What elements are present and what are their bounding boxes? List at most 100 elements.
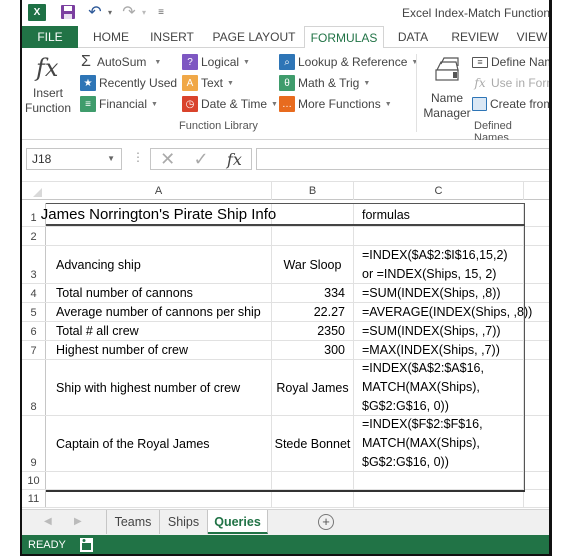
redo-dropdown-icon[interactable]: ▾: [140, 4, 148, 20]
cell-b2[interactable]: [272, 227, 354, 245]
cell-d9[interactable]: [524, 416, 549, 471]
cell-d7[interactable]: [524, 341, 549, 359]
sheet-tab-teams[interactable]: Teams: [106, 510, 160, 534]
cell-b4[interactable]: 334: [272, 284, 354, 302]
tab-file[interactable]: FILE: [22, 26, 78, 48]
create-from-selection-button[interactable]: Create from Selection: [472, 94, 549, 114]
name-manager-button[interactable]: Name Manager: [422, 56, 472, 121]
column-header-b[interactable]: B: [272, 182, 354, 200]
tab-data[interactable]: DATA: [388, 26, 438, 48]
cell-a5[interactable]: Average number of cannons per ship: [46, 303, 272, 321]
cell-c5[interactable]: =AVERAGE(INDEX(Ships, ,8)): [354, 303, 532, 321]
cell-b10[interactable]: [272, 472, 354, 489]
cell-d8[interactable]: [524, 360, 549, 415]
math-trig-button[interactable]: θ Math & Trig ▼: [279, 73, 370, 93]
cell-d10[interactable]: [524, 472, 549, 489]
cell-c11[interactable]: [354, 490, 524, 507]
tab-view[interactable]: VIEW: [510, 26, 549, 48]
excel-icon[interactable]: X: [28, 4, 46, 21]
define-name-button[interactable]: ≡ Define Name: [472, 52, 549, 72]
row-header[interactable]: 8: [22, 360, 46, 415]
sheet-tab-ships[interactable]: Ships: [160, 510, 208, 534]
cell-b6[interactable]: 2350: [272, 322, 354, 340]
tab-insert[interactable]: INSERT: [142, 26, 202, 48]
cell-a4[interactable]: Total number of cannons: [46, 284, 272, 302]
cell-b3[interactable]: War Sloop: [272, 246, 354, 283]
cell-d2[interactable]: [524, 227, 549, 245]
cell-a6[interactable]: Total # all crew: [46, 322, 272, 340]
cell-d3[interactable]: [524, 246, 549, 283]
row-header[interactable]: 5: [22, 303, 46, 321]
column-header-c[interactable]: C: [354, 182, 524, 200]
macro-recording-icon[interactable]: [80, 538, 93, 552]
cell-c4[interactable]: =SUM(INDEX(Ships, ,8)): [354, 284, 524, 302]
cell-b11[interactable]: [272, 490, 354, 507]
recently-used-button[interactable]: ★ Recently Used ▼: [80, 73, 188, 93]
row-header[interactable]: 6: [22, 322, 46, 340]
cell-a1[interactable]: James Norrington's Pirate Ship Info: [41, 203, 276, 226]
save-icon[interactable]: [60, 4, 76, 20]
sheet-tab-queries[interactable]: Queries: [208, 510, 268, 534]
more-functions-button[interactable]: … More Functions ▼: [279, 94, 392, 114]
row-header[interactable]: 10: [22, 472, 46, 489]
cell-d6[interactable]: [524, 322, 549, 340]
cell-a9[interactable]: Captain of the Royal James: [46, 416, 272, 471]
lookup-reference-button[interactable]: ⌕ Lookup & Reference ▼: [279, 52, 418, 72]
row-header[interactable]: 2: [22, 227, 46, 245]
cell-b7[interactable]: 300: [272, 341, 354, 359]
row-header[interactable]: 9: [22, 416, 46, 471]
cell-c1[interactable]: formulas: [354, 203, 524, 226]
column-header-d[interactable]: [524, 182, 549, 200]
cell-b5[interactable]: 22.27: [272, 303, 354, 321]
cell-c6[interactable]: =SUM(INDEX(Ships, ,7)): [354, 322, 524, 340]
tab-formulas[interactable]: FORMULAS: [304, 26, 384, 49]
cell-d4[interactable]: [524, 284, 549, 302]
cell-a3[interactable]: Advancing ship: [46, 246, 272, 283]
select-all-button[interactable]: [22, 182, 46, 200]
cell-d5[interactable]: [524, 303, 549, 321]
cell-c10[interactable]: [354, 472, 524, 489]
customize-qat-icon[interactable]: ≡: [156, 4, 166, 20]
tab-page-layout[interactable]: PAGE LAYOUT: [206, 26, 302, 48]
cell-d11[interactable]: [524, 490, 549, 507]
row-header[interactable]: 4: [22, 284, 46, 302]
cell-c3[interactable]: =INDEX($A$2:$I$16,15,2) or =INDEX(Ships, …: [354, 246, 524, 283]
redo-icon[interactable]: ↷: [120, 4, 138, 21]
worksheet-grid[interactable]: A B C 1 James Norrington's Pirate Ship In…: [22, 182, 549, 512]
cell-a2[interactable]: [46, 227, 272, 245]
insert-function-icon[interactable]: fx: [227, 150, 242, 169]
date-time-button[interactable]: ◷ Date & Time ▼: [182, 94, 278, 114]
cancel-icon[interactable]: ✕: [160, 149, 175, 170]
cell-b8[interactable]: Royal James: [272, 360, 354, 415]
cell-a7[interactable]: Highest number of crew: [46, 341, 272, 359]
cell-a8[interactable]: Ship with highest number of crew: [46, 360, 272, 415]
name-box[interactable]: J18 ▼: [26, 148, 122, 170]
row-header[interactable]: 7: [22, 341, 46, 359]
add-sheet-icon[interactable]: +: [318, 514, 334, 530]
undo-dropdown-icon[interactable]: ▾: [106, 4, 114, 20]
logical-button[interactable]: ? Logical ▼: [182, 52, 250, 72]
column-header-a[interactable]: A: [46, 182, 272, 200]
cell-c2[interactable]: [354, 227, 524, 245]
row-header[interactable]: 3: [22, 246, 46, 283]
row-header[interactable]: 11: [22, 490, 46, 507]
cell-c9[interactable]: =INDEX($F$2:$F$16, MATCH(MAX(Ships), $G$2:…: [354, 416, 524, 471]
tab-home[interactable]: HOME: [82, 26, 140, 48]
cell-b1[interactable]: [272, 203, 354, 226]
cell-d1[interactable]: [524, 203, 549, 226]
financial-button[interactable]: ≡ Financial ▼: [80, 94, 158, 114]
tab-review[interactable]: REVIEW: [446, 26, 504, 48]
formula-input[interactable]: [256, 148, 549, 170]
formula-bar-grip-icon[interactable]: ⋮: [132, 150, 144, 164]
use-in-formula-button[interactable]: fx Use in Formula: [472, 73, 549, 93]
cell-a11[interactable]: [46, 490, 272, 507]
enter-icon[interactable]: ✓: [194, 149, 209, 170]
scroll-left-icon[interactable]: ◀: [44, 516, 52, 527]
scroll-right-icon[interactable]: ▶: [74, 516, 82, 527]
cell-c7[interactable]: =MAX(INDEX(Ships, ,7)): [354, 341, 524, 359]
cell-c8[interactable]: =INDEX($A$2:$A$16, MATCH(MAX(Ships), $G$2:…: [354, 360, 524, 415]
chevron-down-icon[interactable]: ▼: [107, 149, 115, 169]
undo-icon[interactable]: ↶: [86, 4, 104, 21]
autosum-button[interactable]: Σ AutoSum ▼: [78, 52, 161, 72]
cell-b9[interactable]: Stede Bonnet: [272, 416, 354, 471]
